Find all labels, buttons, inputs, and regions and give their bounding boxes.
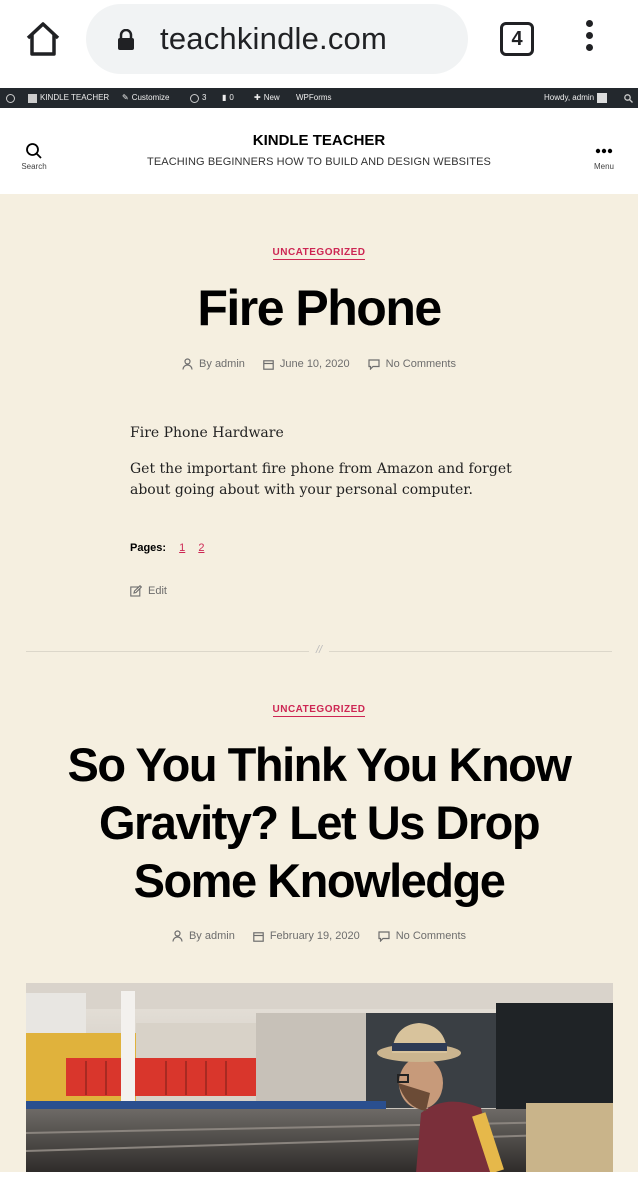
- admin-bar-wpforms[interactable]: WPForms: [296, 88, 332, 108]
- admin-bar-search-icon[interactable]: [624, 88, 633, 108]
- wordpress-logo-icon[interactable]: [6, 88, 15, 108]
- comment-icon: [378, 930, 390, 942]
- post-pagination: Pages: 1 2: [130, 542, 205, 554]
- wp-admin-bar: KINDLE TEACHER ✎ Customize 3 ▮ 0 ✚ New W…: [0, 88, 638, 108]
- browser-toolbar: teachkindle.com 4: [0, 0, 638, 88]
- admin-bar-site-name[interactable]: KINDLE TEACHER: [28, 88, 109, 108]
- post-category-link[interactable]: UNCATEGORIZED: [0, 247, 638, 260]
- browser-bottom-edge: [0, 1172, 638, 1186]
- post-title[interactable]: Fire Phone: [0, 280, 638, 336]
- post-title[interactable]: So You Think You Know Gravity? Let Us Dr…: [0, 736, 638, 910]
- home-icon[interactable]: [24, 20, 62, 58]
- admin-bar-new[interactable]: ✚ New: [254, 88, 280, 108]
- home-icon: [28, 93, 37, 103]
- plus-icon: ✚: [254, 93, 261, 102]
- calendar-icon: [263, 359, 274, 370]
- post-author[interactable]: By admin: [182, 358, 245, 370]
- site-title[interactable]: KINDLE TEACHER: [0, 132, 638, 149]
- separator-mark: //: [309, 644, 329, 656]
- post-content: Fire Phone Hardware Get the important fi…: [130, 423, 530, 501]
- address-bar[interactable]: teachkindle.com: [86, 4, 468, 74]
- post-meta: By admin February 19, 2020 No Comments: [0, 930, 638, 942]
- page-link-1[interactable]: 1: [179, 542, 185, 554]
- admin-bar-comments[interactable]: ▮ 0: [222, 88, 234, 108]
- post-paragraph: Fire Phone Hardware: [130, 425, 284, 441]
- page-link-2[interactable]: 2: [198, 542, 204, 554]
- post-comments[interactable]: No Comments: [368, 358, 456, 370]
- post-meta: By admin June 10, 2020 No Comments: [0, 358, 638, 370]
- post-date[interactable]: February 19, 2020: [253, 930, 360, 942]
- comment-icon: [368, 358, 380, 370]
- url-text[interactable]: teachkindle.com: [160, 21, 387, 57]
- admin-bar-account[interactable]: Howdy, admin: [544, 88, 608, 108]
- edit-post-link[interactable]: Edit: [130, 585, 167, 597]
- more-dots-icon: [595, 148, 613, 154]
- post-author[interactable]: By admin: [172, 930, 235, 942]
- avatar: [597, 93, 608, 103]
- tab-switcher-button[interactable]: 4: [500, 22, 534, 56]
- browser-menu-icon[interactable]: [580, 20, 598, 56]
- menu-toggle[interactable]: Menu: [584, 142, 624, 171]
- comment-icon: ▮: [222, 93, 227, 102]
- post-paragraph: Get the important fire phone from Amazon…: [130, 461, 512, 498]
- brush-icon: ✎: [122, 93, 129, 102]
- user-icon: [172, 930, 183, 942]
- menu-label: Menu: [593, 162, 614, 171]
- admin-bar-customize[interactable]: ✎ Customize: [122, 88, 170, 108]
- calendar-icon: [253, 931, 264, 942]
- post-date[interactable]: June 10, 2020: [263, 358, 350, 370]
- lock-icon: [116, 28, 136, 51]
- post-comments[interactable]: No Comments: [378, 930, 466, 942]
- site-description: TEACHING BEGINNERS HOW TO BUILD AND DESI…: [147, 156, 491, 168]
- edit-icon: [130, 585, 142, 597]
- updates-icon: [190, 93, 199, 103]
- user-icon: [182, 358, 193, 370]
- post-category-link[interactable]: UNCATEGORIZED: [0, 704, 638, 717]
- site-header: Search KINDLE TEACHER TEACHING BEGINNERS…: [0, 108, 638, 194]
- featured-image[interactable]: [26, 983, 613, 1173]
- admin-bar-updates[interactable]: 3: [190, 88, 206, 108]
